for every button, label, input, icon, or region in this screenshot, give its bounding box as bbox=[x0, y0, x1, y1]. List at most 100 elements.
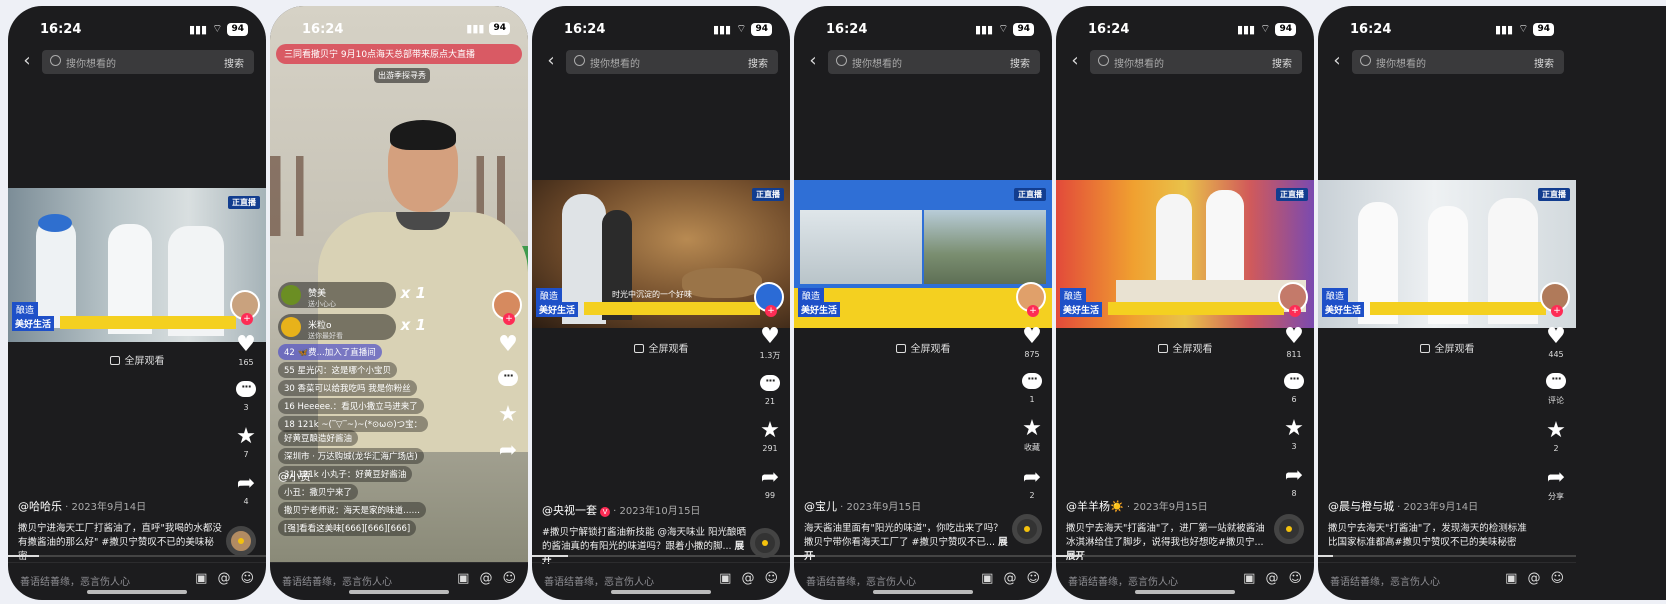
author-name[interactable]: @哈哈乐 bbox=[18, 500, 62, 513]
comment-button[interactable]: 3 bbox=[230, 380, 262, 412]
music-disc-icon[interactable] bbox=[1274, 514, 1304, 544]
search-button[interactable]: 搜索 bbox=[224, 55, 244, 70]
emoji-icon[interactable]: ☺ bbox=[502, 571, 516, 586]
comment-bar[interactable]: 善语结善缘，恶言伤人心 ▣ @ ☺ bbox=[1318, 562, 1576, 600]
music-disc-icon[interactable] bbox=[1012, 514, 1042, 544]
search-button[interactable]: 搜索 bbox=[1534, 55, 1554, 70]
follow-plus-icon[interactable]: + bbox=[241, 313, 253, 325]
mention-icon[interactable]: @ bbox=[479, 571, 492, 586]
back-icon[interactable]: ‹ bbox=[542, 50, 560, 72]
image-icon[interactable]: ▣ bbox=[981, 571, 993, 586]
favorite-button[interactable]: ★ 7 bbox=[230, 426, 262, 460]
search-button[interactable]: 搜索 bbox=[748, 55, 768, 70]
comment-input[interactable]: 善语结善缘，恶言伤人心 bbox=[1068, 573, 1178, 588]
follow-plus-icon[interactable]: + bbox=[765, 305, 777, 317]
share-button[interactable]: ➦ bbox=[492, 440, 524, 462]
avatar[interactable]: + bbox=[492, 290, 522, 325]
author-name[interactable]: @晨与橙与城 bbox=[1328, 500, 1394, 513]
share-button[interactable]: ➦ 2 bbox=[1016, 467, 1048, 501]
favorite-button[interactable]: ★ 291 bbox=[754, 420, 786, 454]
author-name[interactable]: @央视一套 bbox=[542, 504, 597, 517]
image-icon[interactable]: ▣ bbox=[719, 571, 731, 586]
video-player[interactable]: 酿造 美好生活 正直播 bbox=[1318, 180, 1576, 328]
share-button[interactable]: ➦ 分享 bbox=[1540, 467, 1572, 502]
progress-bar[interactable] bbox=[1056, 555, 1314, 557]
back-icon[interactable]: ‹ bbox=[18, 50, 36, 72]
mention-icon[interactable]: @ bbox=[1527, 571, 1540, 586]
video-player[interactable]: 酿造 美好生活 正直播 bbox=[1056, 180, 1314, 328]
author-name[interactable]: @宝儿 bbox=[804, 500, 837, 513]
back-icon[interactable]: ‹ bbox=[1328, 50, 1346, 72]
comment-bar[interactable]: 善语结善缘，恶言伤人心 ▣ @ ☺ bbox=[270, 562, 528, 600]
mention-icon[interactable]: @ bbox=[1265, 571, 1278, 586]
image-icon[interactable]: ▣ bbox=[1243, 571, 1255, 586]
comment-bar[interactable]: 善语结善缘，恶言伤人心 ▣ @ ☺ bbox=[532, 562, 790, 600]
like-button[interactable]: ♥ 1.3万 bbox=[754, 326, 786, 361]
progress-bar[interactable] bbox=[532, 555, 790, 557]
favorite-button[interactable]: ★ 3 bbox=[1278, 418, 1310, 452]
comment-input[interactable]: 善语结善缘，恶言伤人心 bbox=[282, 573, 392, 588]
avatar[interactable]: + bbox=[230, 290, 260, 325]
comment-button[interactable]: 21 bbox=[754, 374, 786, 406]
mention-icon[interactable]: @ bbox=[1003, 571, 1016, 586]
share-button[interactable]: ➦ 8 bbox=[1278, 465, 1310, 499]
promo-badge[interactable]: 出游季探寻秀 bbox=[374, 68, 430, 83]
image-icon[interactable]: ▣ bbox=[1505, 571, 1517, 586]
back-icon[interactable]: ‹ bbox=[804, 50, 822, 72]
like-button[interactable]: ♥ 445 bbox=[1540, 326, 1572, 360]
emoji-icon[interactable]: ☺ bbox=[240, 571, 254, 586]
progress-bar[interactable] bbox=[8, 555, 266, 557]
comment-input[interactable]: 善语结善缘，恶言伤人心 bbox=[20, 573, 130, 588]
comment-input[interactable]: 善语结善缘，恶言伤人心 bbox=[806, 573, 916, 588]
comment-button[interactable]: 1 bbox=[1016, 372, 1048, 404]
emoji-icon[interactable]: ☺ bbox=[1550, 571, 1564, 586]
video-player[interactable]: 酿造 美好生活 正直播 bbox=[794, 180, 1052, 328]
emoji-icon[interactable]: ☺ bbox=[1026, 571, 1040, 586]
mention-icon[interactable]: @ bbox=[741, 571, 754, 586]
follow-plus-icon[interactable]: + bbox=[1289, 305, 1301, 317]
search-input[interactable]: 搜你想看的 搜索 bbox=[566, 50, 778, 74]
follow-plus-icon[interactable]: + bbox=[1551, 305, 1563, 317]
comment-input[interactable]: 善语结善缘，恶言伤人心 bbox=[1330, 573, 1440, 588]
fullscreen-button[interactable]: 全屏观看 bbox=[8, 352, 266, 367]
image-icon[interactable]: ▣ bbox=[457, 571, 469, 586]
fullscreen-button[interactable]: 全屏观看 bbox=[1318, 340, 1576, 355]
back-icon[interactable]: ‹ bbox=[1066, 50, 1084, 72]
comment-bar[interactable]: 善语结善缘，恶言伤人心 ▣ @ ☺ bbox=[1056, 562, 1314, 600]
search-button[interactable]: 搜索 bbox=[1010, 55, 1030, 70]
mention-icon[interactable]: @ bbox=[217, 571, 230, 586]
live-banner[interactable]: 三同看撒贝宁 9月10点海天总部带来原点大直播 bbox=[276, 44, 522, 64]
follow-plus-icon[interactable]: + bbox=[503, 313, 515, 325]
avatar[interactable]: + bbox=[1540, 282, 1570, 317]
location-line[interactable]: 深圳市 · 万达购城(龙华汇海广场店) bbox=[278, 448, 424, 464]
search-input[interactable]: 搜你想看的 搜索 bbox=[828, 50, 1040, 74]
comment-button[interactable]: 评论 bbox=[1540, 372, 1572, 406]
image-icon[interactable]: ▣ bbox=[195, 571, 207, 586]
search-input[interactable]: 搜你想看的 搜索 bbox=[1352, 50, 1564, 74]
progress-bar[interactable] bbox=[794, 555, 1052, 557]
author-name[interactable]: @羊羊杨☀️ bbox=[1066, 500, 1124, 513]
favorite-button[interactable]: ★ bbox=[492, 404, 524, 426]
video-player[interactable]: 酿造 美好生活 正直播 bbox=[8, 188, 266, 342]
like-button[interactable]: ♥ bbox=[492, 334, 524, 356]
share-button[interactable]: ➦ 99 bbox=[754, 467, 786, 501]
comment-bar[interactable]: 善语结善缘，恶言伤人心 ▣ @ ☺ bbox=[794, 562, 1052, 600]
search-input[interactable]: 搜你想看的 搜索 bbox=[42, 50, 254, 74]
like-button[interactable]: ♥ 811 bbox=[1278, 326, 1310, 360]
fullscreen-button[interactable]: 全屏观看 bbox=[1056, 340, 1314, 355]
progress-bar[interactable] bbox=[1318, 555, 1576, 557]
favorite-button[interactable]: ★ 2 bbox=[1540, 420, 1572, 454]
music-disc-icon[interactable] bbox=[750, 528, 780, 558]
comment-input[interactable]: 善语结善缘，恶言伤人心 bbox=[544, 573, 654, 588]
fullscreen-button[interactable]: 全屏观看 bbox=[794, 340, 1052, 355]
comment-button[interactable] bbox=[492, 369, 524, 390]
fullscreen-button[interactable]: 全屏观看 bbox=[532, 340, 790, 355]
author-name[interactable]: @小贾 bbox=[278, 468, 311, 484]
emoji-icon[interactable]: ☺ bbox=[764, 571, 778, 586]
comment-bar[interactable]: 善语结善缘，恶言伤人心 ▣ @ ☺ bbox=[8, 562, 266, 600]
like-button[interactable]: ♥ 165 bbox=[230, 334, 262, 368]
music-disc-icon[interactable] bbox=[226, 526, 256, 556]
share-button[interactable]: ➦ 4 bbox=[230, 473, 262, 507]
video-player[interactable]: 时光中沉淀的一个好味 酿造 美好生活 正直播 bbox=[532, 180, 790, 328]
comment-button[interactable]: 6 bbox=[1278, 372, 1310, 404]
